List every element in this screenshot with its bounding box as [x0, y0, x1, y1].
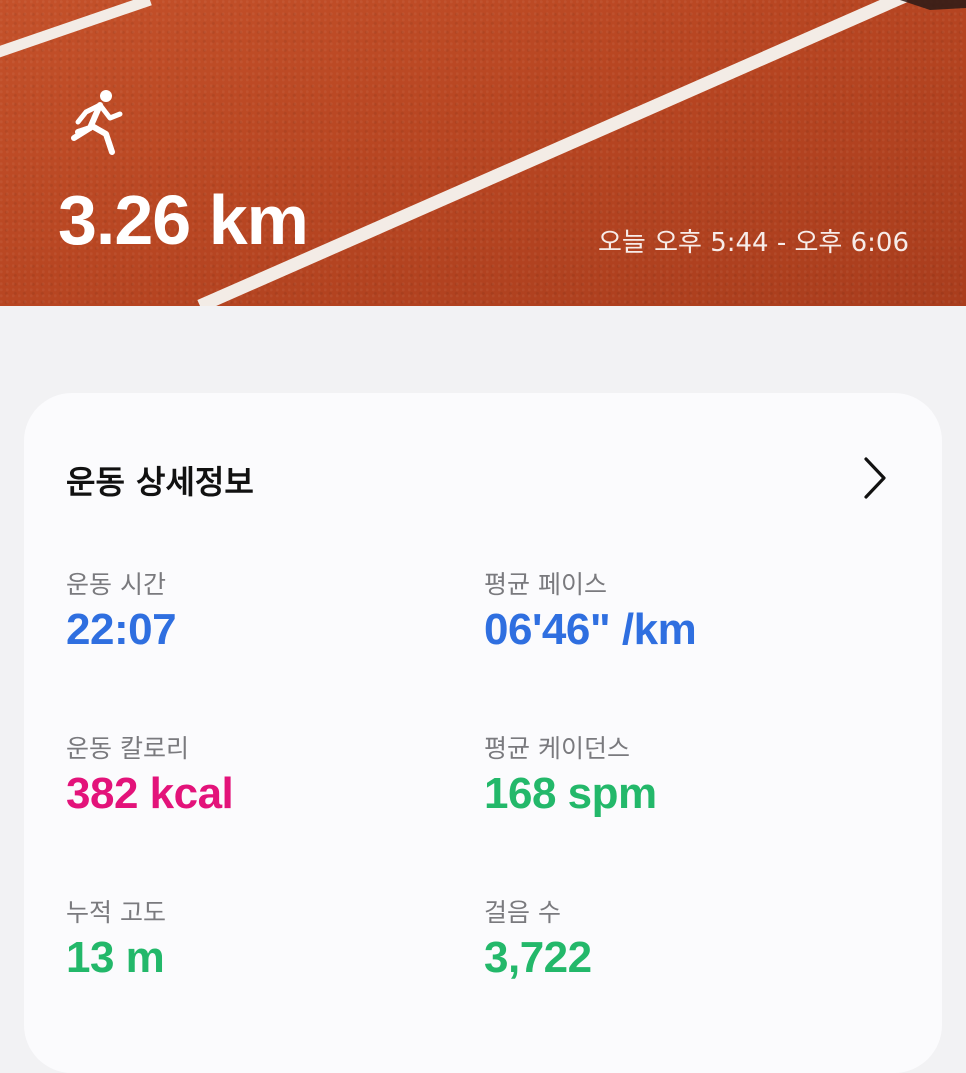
stat-label: 운동 시간: [66, 570, 166, 599]
workout-details-card[interactable]: 운동 상세정보 운동 시간 22:07 평균 페이스 06'46" /km 운동…: [24, 393, 942, 1073]
chevron-right-icon[interactable]: [860, 455, 890, 501]
stat-average-cadence: 평균 케이던스 168 spm: [484, 729, 657, 819]
stat-elevation-gain: 누적 고도 13 m: [66, 893, 166, 983]
stat-label: 운동 칼로리: [66, 734, 189, 763]
card-title: 운동 상세정보: [66, 463, 254, 501]
stat-label: 누적 고도: [66, 898, 166, 927]
stat-calories: 운동 칼로리 382 kcal: [66, 729, 234, 819]
stat-average-pace: 평균 페이스 06'46" /km: [484, 565, 697, 655]
workout-header-banner: 3.26 km 오늘 오후 5:44 - 오후 6:06: [0, 0, 966, 306]
stat-value: 382 kcal: [66, 769, 234, 818]
workout-time-range: 오늘 오후 5:44 - 오후 6:06: [598, 228, 909, 258]
stat-label: 평균 페이스: [484, 570, 607, 599]
total-distance: 3.26 km: [58, 181, 309, 259]
stat-step-count: 걸음 수 3,722: [484, 893, 592, 983]
stat-value: 13 m: [66, 933, 165, 982]
stat-value: 168 spm: [484, 769, 657, 818]
stat-value: 06'46" /km: [484, 605, 697, 654]
stat-label: 걸음 수: [484, 898, 561, 927]
track-lane-lines: [0, 0, 966, 306]
stat-label: 평균 케이던스: [484, 734, 630, 763]
stat-workout-time: 운동 시간 22:07: [66, 565, 177, 655]
running-person-icon: [71, 90, 123, 155]
stat-value: 22:07: [66, 605, 177, 654]
stat-value: 3,722: [484, 933, 592, 982]
